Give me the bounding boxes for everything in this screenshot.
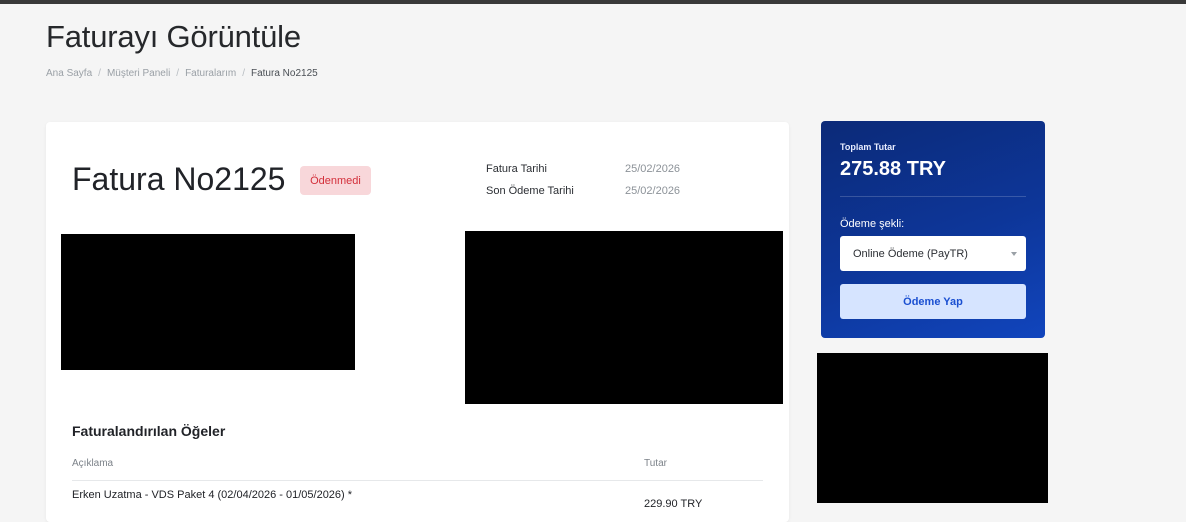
- redacted-company-address: [465, 231, 783, 404]
- item-amount: 229.90 TRY: [644, 498, 703, 510]
- breadcrumb-current: Fatura No2125: [250, 68, 318, 79]
- breadcrumb-client-area[interactable]: Müşteri Paneli: [107, 68, 170, 79]
- top-bar: [0, 0, 1186, 4]
- item-description: Erken Uzatma - VDS Paket 4 (02/04/2026 -…: [72, 489, 353, 501]
- column-header-description: Açıklama: [72, 458, 114, 469]
- total-amount: 275.88 TRY: [840, 158, 946, 180]
- breadcrumb: Ana Sayfa / Müşteri Paneli / Faturalarım…: [46, 68, 318, 79]
- due-date-row: Son Ödeme Tarihi 25/02/2026: [486, 185, 680, 197]
- breadcrumb-separator: /: [176, 68, 180, 79]
- invoice-date-value: 25/02/2026: [625, 163, 681, 175]
- payment-method-label: Ödeme şekli:: [840, 218, 905, 230]
- payment-method-select[interactable]: Online Ödeme (PayTR): [840, 236, 1026, 271]
- breadcrumb-separator: /: [98, 68, 101, 79]
- invoice-date-row: Fatura Tarihi 25/02/2026: [486, 163, 680, 175]
- invoice-date-label: Fatura Tarihi: [486, 163, 547, 175]
- payment-method-value: Online Ödeme (PayTR): [853, 247, 968, 260]
- chevron-down-icon: [1011, 252, 1017, 256]
- invoice-card: Fatura No2125 Ödenmedi Fatura Tarihi 25/…: [46, 122, 789, 522]
- total-label: Toplam Tutar: [840, 142, 896, 152]
- redacted-billing-address: [61, 234, 355, 370]
- invoice-title: Fatura No2125: [72, 161, 286, 197]
- redacted-side-block: [817, 353, 1048, 503]
- breadcrumb-home[interactable]: Ana Sayfa: [46, 68, 92, 79]
- table-divider: [72, 480, 763, 481]
- due-date-value: 25/02/2026: [625, 185, 681, 197]
- pay-button[interactable]: Ödeme Yap: [840, 284, 1026, 319]
- breadcrumb-invoices[interactable]: Faturalarım: [185, 68, 236, 79]
- items-heading: Faturalandırılan Öğeler: [72, 423, 226, 439]
- summary-divider: [840, 196, 1026, 197]
- status-badge: Ödenmedi: [300, 166, 371, 195]
- page-title: Faturayı Görüntüle: [46, 19, 301, 54]
- column-header-amount: Tutar: [644, 458, 667, 469]
- breadcrumb-separator: /: [242, 68, 245, 79]
- due-date-label: Son Ödeme Tarihi: [486, 185, 574, 197]
- payment-summary-panel: Toplam Tutar 275.88 TRY Ödeme şekli: Onl…: [821, 121, 1045, 338]
